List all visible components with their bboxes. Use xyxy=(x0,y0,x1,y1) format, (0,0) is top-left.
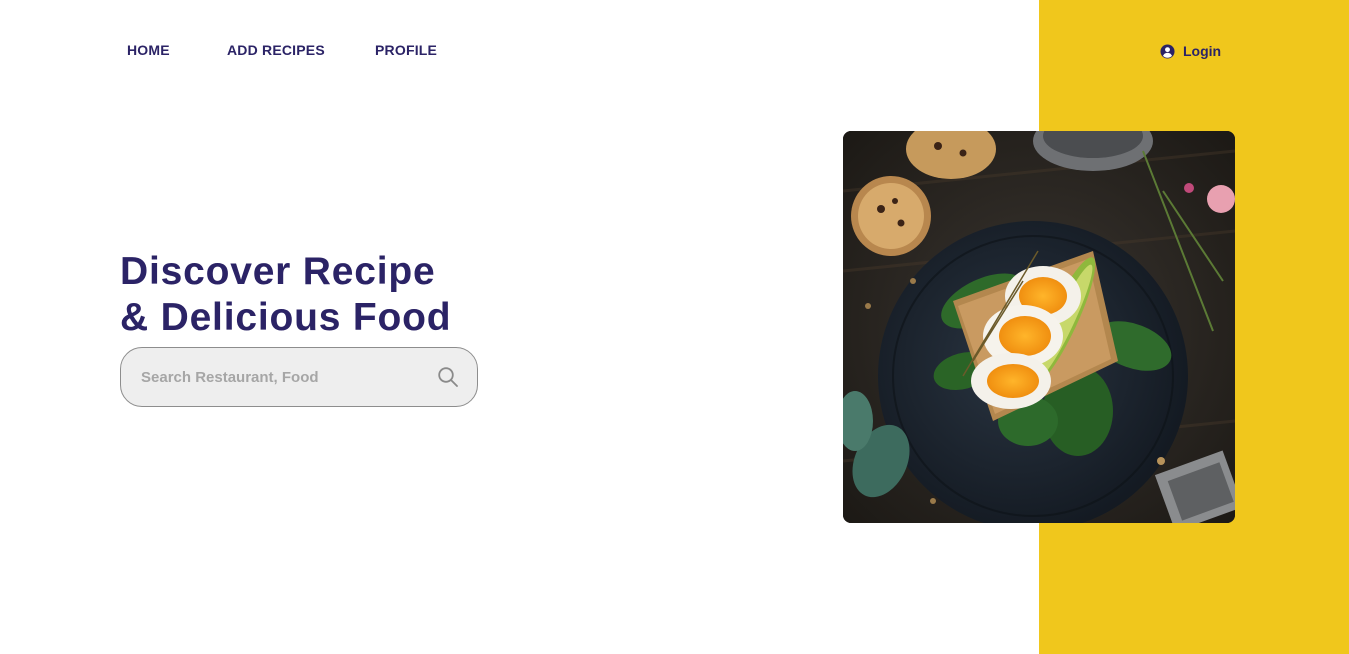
main-nav: HOME ADD RECIPES PROFILE xyxy=(127,42,437,58)
search-input[interactable] xyxy=(141,368,437,386)
hero-headline: Discover Recipe & Delicious Food xyxy=(120,249,451,341)
user-circle-icon xyxy=(1160,43,1175,59)
nav-home-link[interactable]: HOME xyxy=(127,42,227,58)
login-label: Login xyxy=(1183,43,1222,59)
hero-headline-line-1: Discover Recipe xyxy=(120,250,436,293)
landing-page: HOME ADD RECIPES PROFILE Login Discover … xyxy=(0,0,1349,654)
nav-add-recipes-link[interactable]: ADD RECIPES xyxy=(227,42,375,58)
hero-headline-line-2: & Delicious Food xyxy=(120,296,452,339)
nav-profile-link[interactable]: PROFILE xyxy=(375,42,437,58)
search-bar xyxy=(120,347,478,407)
hero-food-image xyxy=(843,131,1235,523)
search-icon[interactable] xyxy=(437,366,459,388)
login-button[interactable]: Login xyxy=(1160,43,1221,59)
